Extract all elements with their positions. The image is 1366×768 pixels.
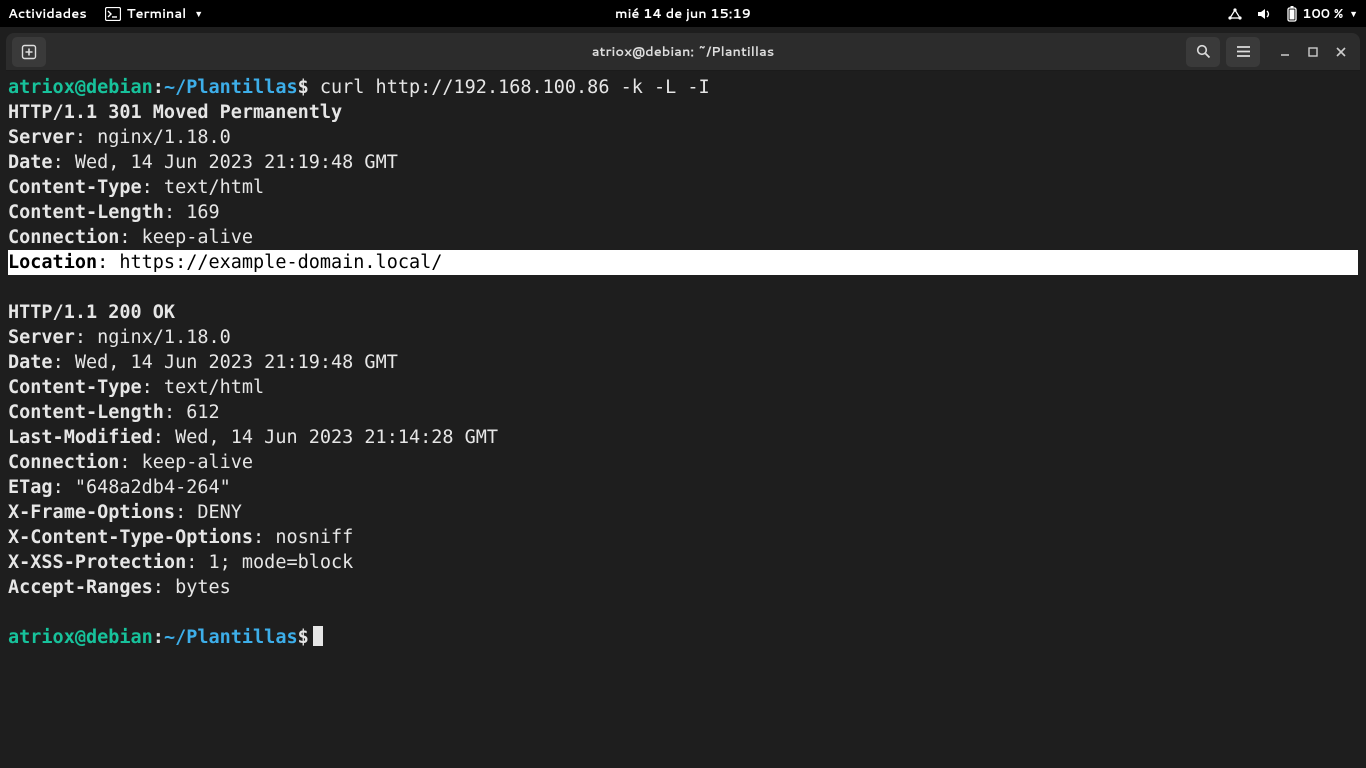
system-tray[interactable]: 100 % ▼ xyxy=(1227,5,1358,23)
header-key: Server xyxy=(8,127,75,148)
header-value: : 1; mode=block xyxy=(186,552,353,573)
header-value: : 612 xyxy=(164,402,220,423)
header-key: X-XSS-Protection xyxy=(8,552,186,573)
header-key: ETag xyxy=(8,477,53,498)
terminal-icon xyxy=(105,7,121,21)
network-icon xyxy=(1227,7,1243,21)
header-key: Server xyxy=(8,327,75,348)
header-value: : 169 xyxy=(164,202,220,223)
header-key: Date xyxy=(8,352,53,373)
battery-icon xyxy=(1286,6,1298,22)
header-value: : nginx/1.18.0 xyxy=(75,127,231,148)
clock[interactable]: mié 14 de jun 15:19 xyxy=(615,5,751,23)
prompt-path: ~/Plantillas xyxy=(164,627,298,648)
command-text: curl http://192.168.100.86 -k -L -I xyxy=(309,77,710,98)
header-value: : Wed, 14 Jun 2023 21:19:48 GMT xyxy=(53,352,398,373)
minimize-button[interactable] xyxy=(1280,47,1290,57)
header-key: Content-Type xyxy=(8,177,142,198)
header-key: X-Frame-Options xyxy=(8,502,175,523)
prompt-user-host: atriox@debian xyxy=(8,627,153,648)
prompt-colon: : xyxy=(153,627,164,648)
header-value: : "648a2db4-264" xyxy=(53,477,231,498)
terminal-viewport[interactable]: atriox@debian:~/Plantillas$ curl http://… xyxy=(6,71,1360,761)
prompt-colon: : xyxy=(153,77,164,98)
highlighted-location-header: Location: https://example-domain.local/ xyxy=(8,250,1358,275)
header-value: : keep-alive xyxy=(119,452,253,473)
header-value: : text/html xyxy=(142,177,265,198)
header-value: : nginx/1.18.0 xyxy=(75,327,231,348)
volume-icon xyxy=(1257,7,1272,21)
prompt-dollar: $ xyxy=(298,627,309,648)
new-tab-button[interactable] xyxy=(12,37,46,67)
header-key: Location xyxy=(8,252,97,273)
prompt-user-host: atriox@debian xyxy=(8,77,153,98)
hamburger-menu-button[interactable] xyxy=(1226,37,1260,67)
prompt: atriox@debian:~/Plantillas$ xyxy=(8,77,309,98)
header-key: Accept-Ranges xyxy=(8,577,153,598)
header-key: X-Content-Type-Options xyxy=(8,527,253,548)
chevron-down-icon: ▼ xyxy=(1349,7,1358,20)
close-button[interactable] xyxy=(1336,47,1346,57)
header-value: : Wed, 14 Jun 2023 21:14:28 GMT xyxy=(153,427,498,448)
header-value: : text/html xyxy=(142,377,265,398)
app-menu[interactable]: Terminal ▼ xyxy=(105,5,203,23)
maximize-button[interactable] xyxy=(1308,47,1318,57)
activities-button[interactable]: Actividades xyxy=(8,5,87,23)
search-button[interactable] xyxy=(1186,37,1220,67)
http-status-line: HTTP/1.1 301 Moved Permanently xyxy=(8,102,342,123)
header-value: : keep-alive xyxy=(119,227,253,248)
app-menu-label: Terminal xyxy=(127,5,187,23)
prompt-dollar: $ xyxy=(298,77,309,98)
header-key: Date xyxy=(8,152,53,173)
header-value: : bytes xyxy=(153,577,231,598)
prompt: atriox@debian:~/Plantillas$ xyxy=(8,627,309,648)
chevron-down-icon: ▼ xyxy=(194,7,203,20)
header-value: : Wed, 14 Jun 2023 21:19:48 GMT xyxy=(53,152,398,173)
terminal-cursor xyxy=(313,626,323,646)
window-title: atriox@debian: ~/Plantillas xyxy=(592,43,775,61)
battery-percent: 100 % xyxy=(1302,5,1343,23)
window-titlebar: atriox@debian: ~/Plantillas xyxy=(6,33,1360,71)
terminal-window: atriox@debian: ~/Plantillas atriox@de xyxy=(6,33,1360,761)
header-value: : nosniff xyxy=(253,527,353,548)
header-key: Content-Type xyxy=(8,377,142,398)
header-key: Connection xyxy=(8,452,119,473)
header-value: : DENY xyxy=(175,502,242,523)
header-key: Connection xyxy=(8,227,119,248)
header-key: Content-Length xyxy=(8,202,164,223)
header-value: : https://example-domain.local/ xyxy=(97,252,442,273)
prompt-path: ~/Plantillas xyxy=(164,77,298,98)
gnome-top-bar: Actividades Terminal ▼ mié 14 de jun 15:… xyxy=(0,0,1366,27)
http-status-line: HTTP/1.1 200 OK xyxy=(8,302,175,323)
header-key: Content-Length xyxy=(8,402,164,423)
header-key: Last-Modified xyxy=(8,427,153,448)
